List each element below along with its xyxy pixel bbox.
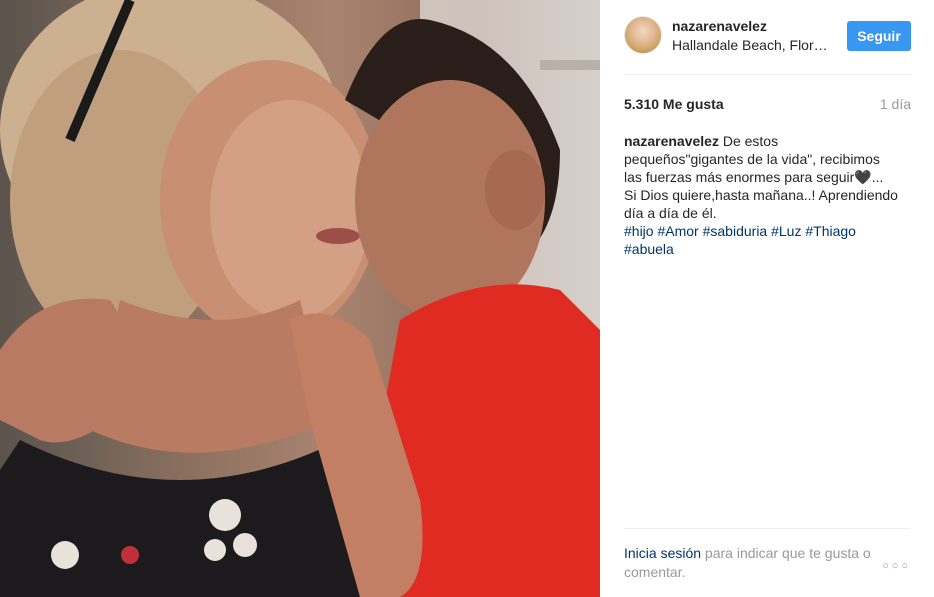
login-link[interactable]: Inicia sesión bbox=[624, 545, 701, 561]
login-prompt: Inicia sesión para indicar que te gusta … bbox=[624, 544, 874, 582]
hashtag-abuela[interactable]: #abuela bbox=[624, 241, 674, 257]
location-link[interactable]: Hallandale Beach, Florida bbox=[672, 37, 830, 53]
hashtag-hijo[interactable]: #hijo bbox=[624, 223, 654, 239]
post-stats: 5.310 Me gusta 1 día bbox=[624, 94, 911, 114]
post-timestamp[interactable]: 1 día bbox=[880, 96, 911, 112]
likes-count[interactable]: 5.310 Me gusta bbox=[624, 96, 724, 112]
post-photo[interactable] bbox=[0, 0, 600, 597]
post-header: nazarenavelez Hallandale Beach, Florida … bbox=[624, 14, 911, 58]
divider bbox=[624, 528, 911, 529]
hashtag-luz[interactable]: #Luz bbox=[771, 223, 801, 239]
photo-illustration bbox=[0, 0, 600, 597]
hashtag-amor[interactable]: #Amor bbox=[657, 223, 698, 239]
post-side-panel: nazarenavelez Hallandale Beach, Florida … bbox=[600, 0, 934, 597]
hashtag-thiago[interactable]: #Thiago bbox=[805, 223, 856, 239]
follow-button[interactable]: Seguir bbox=[847, 21, 911, 51]
username-link[interactable]: nazarenavelez bbox=[672, 18, 767, 34]
hashtag-sabiduria[interactable]: #sabiduria bbox=[703, 223, 768, 239]
divider bbox=[624, 74, 911, 75]
caption-username[interactable]: nazarenavelez bbox=[624, 133, 719, 149]
avatar[interactable] bbox=[624, 16, 662, 54]
post-caption: nazarenavelez De estos pequeños"gigantes… bbox=[624, 132, 899, 258]
post-footer: Inicia sesión para indicar que te gusta … bbox=[624, 544, 911, 588]
ellipsis-icon[interactable]: ○○○ bbox=[882, 560, 911, 572]
